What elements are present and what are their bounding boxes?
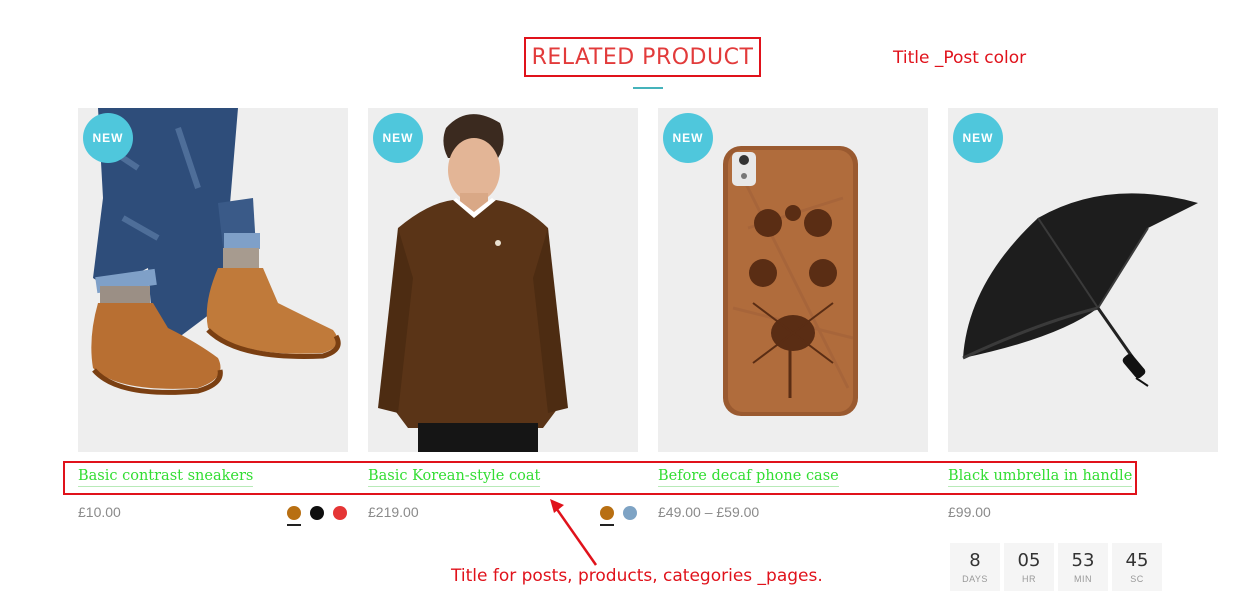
new-badge: NEW [663,113,713,163]
countdown-seconds: 45 SC [1112,543,1162,591]
countdown-value: 05 [1017,550,1041,571]
color-swatch-brown[interactable] [287,506,301,520]
countdown-minutes: 53 MIN [1058,543,1108,591]
titles-highlight [63,461,1137,495]
countdown-value: 45 [1125,550,1149,571]
title-underline [633,87,663,89]
section-title: RELATED PRODUCT [531,44,754,70]
product-price: £99.00 [948,504,991,520]
selected-swatch-indicator [287,524,301,526]
annotation-arrow-icon [550,499,598,566]
countdown-value: 53 [1071,550,1095,571]
color-swatch-red[interactable] [333,506,347,520]
countdown-label: HR [1022,574,1036,584]
section-title-highlight: RELATED PRODUCT [524,37,761,77]
product-card[interactable]: NEW Black umbrella in handle £99.00 [948,108,1218,520]
product-price: £10.00 [78,504,121,520]
product-image-sneakers[interactable]: NEW [78,108,348,452]
countdown-label: MIN [1074,574,1092,584]
product-image-phone-case[interactable]: NEW [658,108,928,452]
color-swatch-blue[interactable] [623,506,637,520]
product-price: £49.00 – £59.00 [658,504,760,520]
product-card[interactable]: NEW Before decaf phone case £49.00 – £59… [658,108,928,520]
annotation-titles-note: Title for posts, products, categories _p… [451,566,823,586]
product-image-umbrella[interactable]: NEW [948,108,1218,452]
new-badge: NEW [83,113,133,163]
countdown-hours: 05 HR [1004,543,1054,591]
countdown-value: 8 [969,550,981,571]
product-price: £219.00 [368,504,419,520]
product-card[interactable]: NEW Basic Korean-style coat £219.00 [368,108,638,526]
countdown-label: SC [1130,574,1144,584]
color-swatch-black[interactable] [310,506,324,520]
countdown-days: 8 DAYS [950,543,1000,591]
annotation-title-post-color: Title _Post color [893,48,1027,68]
new-badge: NEW [373,113,423,163]
product-card[interactable]: NEW Basic contrast sneakers £10.00 [78,108,348,526]
product-image-sweater[interactable]: NEW [368,108,638,452]
countdown-label: DAYS [962,574,988,584]
new-badge: NEW [953,113,1003,163]
